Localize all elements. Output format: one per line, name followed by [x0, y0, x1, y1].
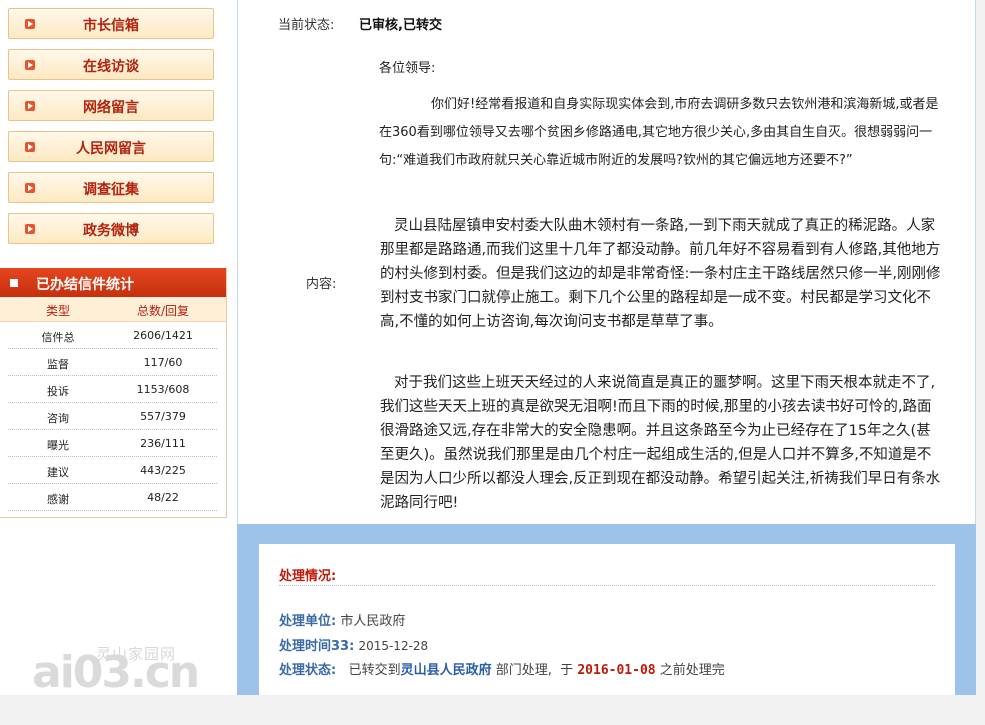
nav-label: 网络留言: [83, 100, 139, 116]
stats-type: 感谢: [47, 493, 69, 506]
stats-column-headers: 类型 总数/回复: [0, 297, 227, 322]
stats-type: 信件总: [41, 331, 75, 344]
divider: [279, 585, 935, 586]
left-sidebar: 市长信箱 在线访谈 网络留言 人民网留言 调查征集 政务微博 已办结信件统计 类…: [0, 0, 237, 695]
letter-detail-panel: 当前状态: 已审核,已转交 内容: 各位领导: 你们好!经常看报道和自身实际现实…: [237, 0, 976, 524]
col-type-header: 类型: [45, 304, 70, 318]
stats-row: 咨询 557/379: [0, 403, 227, 430]
stats-row: 投诉 1153/608: [0, 376, 227, 403]
status-mid: 部门处理,: [495, 663, 552, 678]
stats-type: 投诉: [47, 385, 69, 398]
processing-info-box: 处理情况: 处理单位: 市人民政府 处理时间33: 2015-12-28 处理状…: [259, 544, 955, 695]
letter-paragraph-1-text: 你们好!经常看报道和自身实际现实体会到,市府去调研多数只去钦州港和滨海新城,或者…: [379, 97, 939, 168]
processing-time-row: 处理时间33: 2015-12-28: [279, 635, 428, 654]
processing-status-label: 处理状态:: [279, 663, 337, 678]
nav-online-message-button[interactable]: 网络留言: [8, 90, 214, 121]
stats-row: 信件总 2606/1421: [0, 322, 227, 349]
handling-department-link[interactable]: 灵山县人民政府: [401, 663, 492, 678]
nav-survey-button[interactable]: 调查征集: [8, 172, 214, 203]
deadline-date: 2016-01-08: [577, 663, 656, 678]
stats-value: 2606/1421: [133, 329, 193, 342]
processing-unit-label: 处理单位:: [279, 614, 337, 629]
letter-paragraph-3: 对于我们这些上班天天经过的人来说简直是真正的噩梦啊。这里下雨天根本就走不了,我们…: [380, 371, 945, 515]
nav-people-net-message-button[interactable]: 人民网留言: [8, 131, 214, 162]
col-total-header: 总数/回复: [136, 304, 190, 318]
stats-type: 监督: [47, 358, 69, 371]
stats-value: 443/225: [140, 464, 186, 477]
nav-label: 人民网留言: [76, 141, 146, 157]
letter-paragraph-2-text: 灵山县陆屋镇申安村委大队曲木领村有一条路,一到下雨天就成了真正的稀泥路。人家那里…: [380, 218, 941, 330]
current-status-value: 已审核,已转交: [359, 18, 442, 33]
nav-label: 在线访谈: [83, 59, 139, 75]
stats-type: 建议: [47, 466, 69, 479]
square-bullet-icon: [10, 279, 18, 287]
stats-row: 曝光 236/111: [0, 430, 227, 457]
stats-value: 1153/608: [136, 383, 190, 396]
letter-paragraph-1: 你们好!经常看报道和自身实际现实体会到,市府去调研多数只去钦州港和滨海新城,或者…: [379, 91, 949, 175]
stats-value: 236/111: [140, 437, 186, 450]
processing-time-value: 2015-12-28: [358, 639, 429, 653]
processing-unit-row: 处理单位: 市人民政府: [279, 610, 405, 629]
processing-title: 处理情况:: [279, 569, 337, 584]
stats-row: 监督 117/60: [0, 349, 227, 376]
nav-mayor-mailbox-button[interactable]: 市长信箱: [8, 8, 214, 39]
completed-letters-stats: 已办结信件统计 类型 总数/回复 信件总 2606/1421 监督 117/60…: [0, 268, 227, 511]
status-prefix: 已转交到: [348, 663, 401, 678]
status-suffix: 之前处理完: [659, 663, 725, 678]
content-label: 内容:: [306, 277, 337, 292]
stats-row: 建议 443/225: [0, 457, 227, 484]
letter-greeting: 各位领导:: [379, 61, 436, 76]
processing-status-row: 处理状态: 已转交到灵山县人民政府 部门处理, 于 2016-01-08 之前处…: [279, 659, 725, 678]
current-status-label: 当前状态:: [278, 18, 335, 33]
stats-header: 已办结信件统计: [0, 268, 227, 297]
processing-unit-value: 市人民政府: [340, 614, 406, 629]
stats-type: 曝光: [47, 439, 69, 452]
stats-row: 感谢 48/22: [0, 484, 227, 511]
nav-label: 政务微博: [83, 223, 139, 239]
stats-value: 117/60: [143, 356, 183, 369]
nav-gov-weibo-button[interactable]: 政务微博: [8, 213, 214, 244]
stats-title: 已办结信件统计: [36, 277, 134, 293]
nav-online-interview-button[interactable]: 在线访谈: [8, 49, 214, 80]
letter-paragraph-2: 灵山县陆屋镇申安村委大队曲木领村有一条路,一到下雨天就成了真正的稀泥路。人家那里…: [380, 214, 945, 334]
stats-value: 557/379: [140, 410, 186, 423]
stats-type: 咨询: [47, 412, 69, 425]
nav-label: 调查征集: [83, 182, 139, 198]
processing-time-label: 处理时间33:: [279, 639, 355, 654]
stats-value: 48/22: [147, 491, 179, 504]
page-footer-bar: [0, 695, 985, 725]
status-before: 于: [560, 663, 574, 678]
letter-paragraph-3-text: 对于我们这些上班天天经过的人来说简直是真正的噩梦啊。这里下雨天根本就走不了,我们…: [380, 375, 941, 511]
nav-label: 市长信箱: [83, 18, 139, 34]
